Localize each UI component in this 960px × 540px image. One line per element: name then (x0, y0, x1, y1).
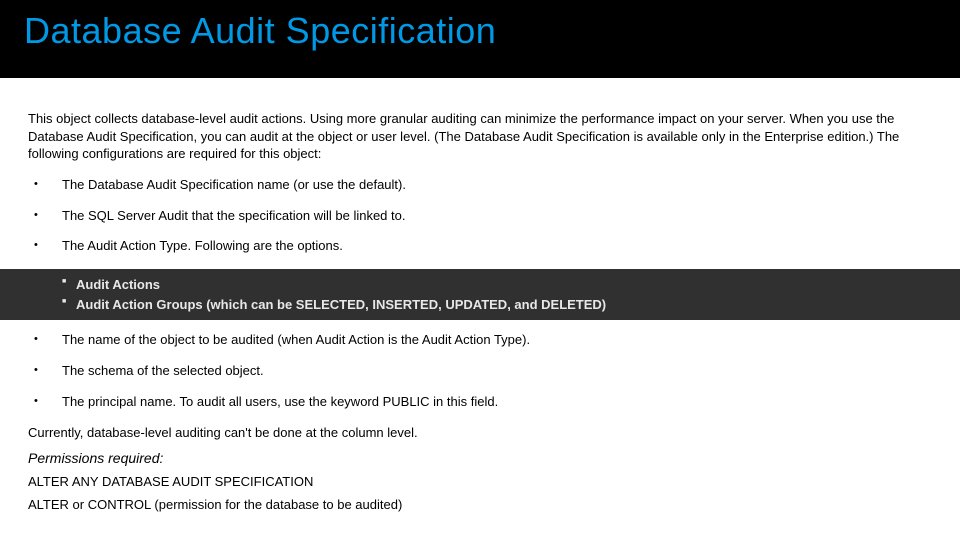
page-title: Database Audit Specification (24, 10, 936, 52)
config-list-top: The Database Audit Specification name (o… (28, 177, 932, 256)
title-header: Database Audit Specification (0, 0, 960, 78)
permissions-heading: Permissions required: (28, 450, 932, 466)
list-item: The Database Audit Specification name (o… (34, 177, 932, 194)
permission-line: ALTER ANY DATABASE AUDIT SPECIFICATION (28, 474, 932, 489)
list-item: The Audit Action Type. Following are the… (34, 238, 932, 255)
note-text: Currently, database-level auditing can't… (28, 425, 932, 440)
intro-paragraph: This object collects database-level audi… (28, 110, 932, 163)
permission-line: ALTER or CONTROL (permission for the dat… (28, 497, 932, 512)
list-item: The name of the object to be audited (wh… (34, 332, 932, 349)
sub-options-band: Audit Actions Audit Action Groups (which… (0, 269, 960, 320)
list-item: The principal name. To audit all users, … (34, 394, 932, 411)
config-list-bottom: The name of the object to be audited (wh… (28, 332, 932, 411)
sub-list-item: Audit Actions (62, 275, 932, 295)
list-item: The schema of the selected object. (34, 363, 932, 380)
list-item: The SQL Server Audit that the specificat… (34, 208, 932, 225)
content-area: This object collects database-level audi… (0, 78, 960, 512)
sub-list-item: Audit Action Groups (which can be SELECT… (62, 295, 932, 315)
sub-options-list: Audit Actions Audit Action Groups (which… (62, 275, 932, 314)
